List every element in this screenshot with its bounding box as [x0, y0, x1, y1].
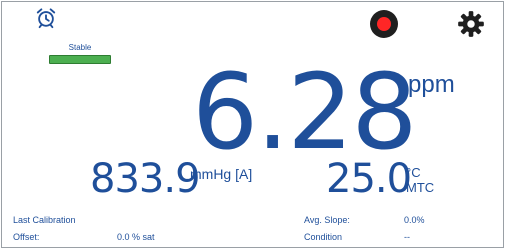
- stability-label: Stable: [68, 43, 92, 52]
- condition-label: Condition: [304, 232, 343, 242]
- record-button[interactable]: [370, 10, 398, 38]
- condition-value: --: [404, 232, 410, 242]
- offset-value: 0.0 % sat: [117, 232, 155, 242]
- avg-slope-label: Avg. Slope:: [304, 215, 350, 225]
- pressure-reading-unit: mmHg [A]: [190, 166, 253, 182]
- stability-indicator-bar: [49, 55, 111, 64]
- pressure-reading-value: 833.9: [90, 156, 201, 202]
- alarm-clock-icon[interactable]: [35, 7, 57, 29]
- last-calibration-label: Last Calibration: [13, 215, 76, 225]
- temperature-unit: °C: [406, 165, 421, 180]
- record-icon: [377, 17, 391, 31]
- main-reading-unit: ppm: [408, 71, 455, 98]
- main-reading-value: 6.28: [192, 51, 418, 173]
- screen-frame: Stable 6.28 ppm 833.9 mmHg [A] 25.0 °C M…: [1, 1, 504, 248]
- avg-slope-value: 0.0%: [404, 215, 425, 225]
- gear-icon[interactable]: [457, 10, 485, 38]
- temperature-mode: MTC: [406, 180, 435, 195]
- offset-label: Offset:: [13, 232, 40, 242]
- temperature-reading-value: 25.0: [326, 156, 412, 202]
